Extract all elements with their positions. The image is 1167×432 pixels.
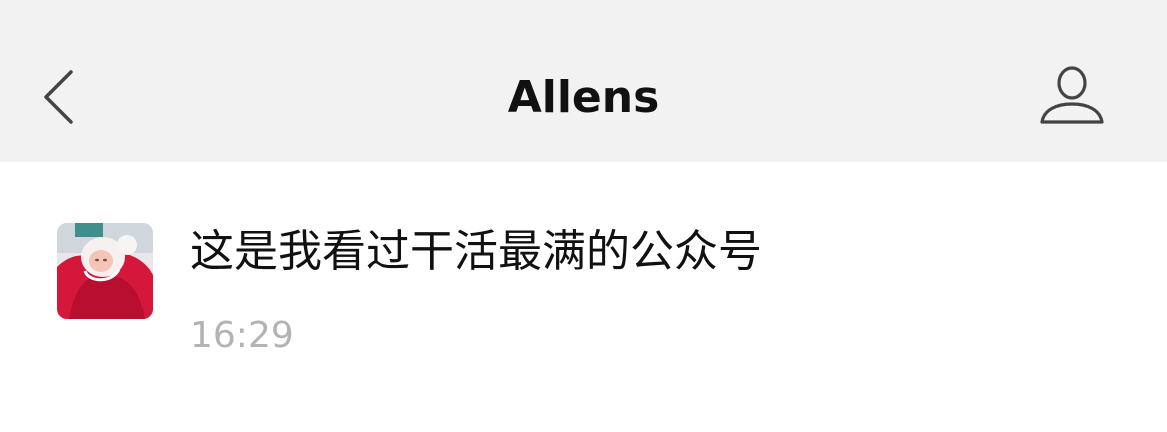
user-profile-icon (1040, 66, 1104, 124)
baby-in-red-jacket-avatar (57, 223, 153, 319)
message-text: 这是我看过干活最满的公众号 (190, 226, 762, 277)
page-title: Allens (507, 72, 660, 123)
message-timestamp: 16:29 (190, 315, 294, 356)
navigation-bar: Allens (0, 0, 1167, 162)
profile-button[interactable] (1036, 64, 1108, 130)
avatar[interactable] (57, 223, 153, 319)
message-list-item[interactable]: 这是我看过干活最满的公众号 16:29 (0, 162, 1167, 432)
